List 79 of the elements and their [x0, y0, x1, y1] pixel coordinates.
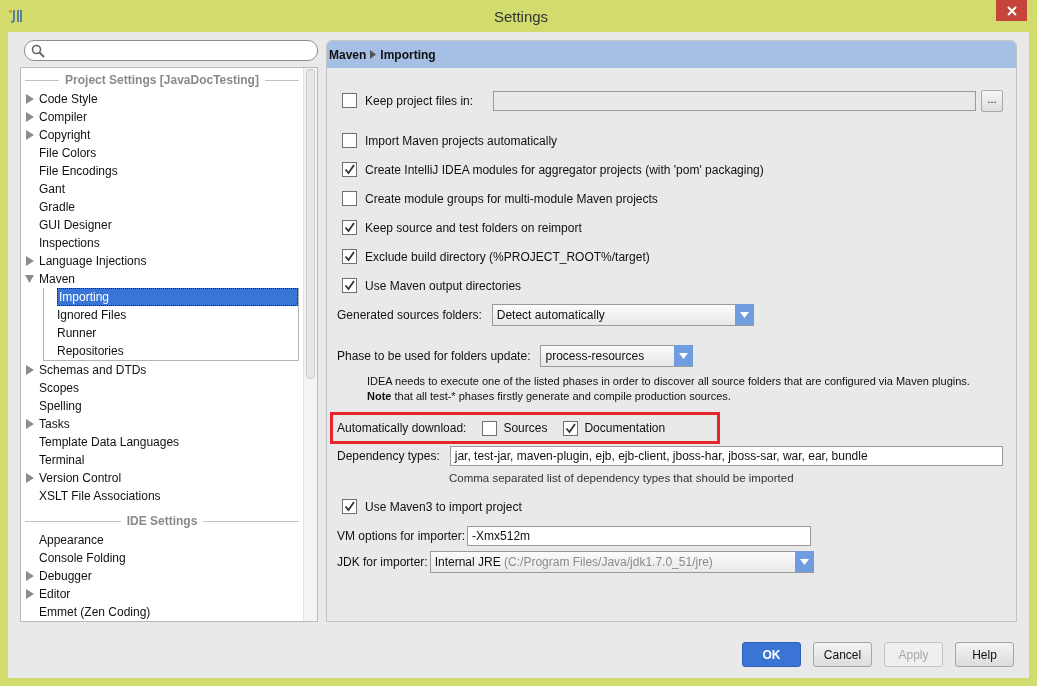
- checkbox-label: Import Maven projects automatically: [365, 133, 558, 148]
- text-field[interactable]: jar, test-jar, maven-plugin, ejb, ejb-client, jboss-har, jboss-sar, war, ear, bundle: [449, 445, 1003, 466]
- path-field[interactable]: [493, 90, 976, 111]
- checkbox-label: Documentation: [584, 421, 666, 435]
- checkbox-label: Use Maven3 to import project: [365, 499, 522, 514]
- tree-item[interactable]: Ignored Files: [44, 306, 298, 324]
- checkbox[interactable]: [342, 162, 357, 177]
- tree-item[interactable]: Repositories: [44, 342, 298, 360]
- checkbox[interactable]: [342, 249, 357, 264]
- tree-item[interactable]: Console Folding: [21, 549, 303, 567]
- checkbox-label: Use Maven output directories: [365, 278, 522, 293]
- app-icon: [8, 8, 24, 24]
- tree-item[interactable]: Language Injections: [21, 252, 303, 270]
- info-text: Note that all test-* phases firstly generate and compile production sources.: [367, 389, 732, 404]
- checkbox-label: Exclude build directory (%PROJECT_ROOT%/target): [365, 249, 650, 264]
- field-label: Generated sources folders:: [337, 307, 482, 322]
- tree-item[interactable]: Compiler: [21, 108, 303, 126]
- tree-item[interactable]: Appearance: [21, 531, 303, 549]
- tree-item[interactable]: Editor: [21, 585, 303, 603]
- dropdown[interactable]: Detect automatically: [491, 303, 754, 326]
- checkbox[interactable]: [342, 499, 357, 514]
- checkbox[interactable]: [563, 420, 579, 436]
- checkbox[interactable]: [482, 420, 498, 436]
- section-header: IDE Settings: [21, 511, 303, 531]
- scrollbar[interactable]: [303, 68, 317, 621]
- tree-item[interactable]: Terminal: [21, 451, 303, 469]
- tree-item[interactable]: Gradle: [21, 198, 303, 216]
- tree-item[interactable]: Maven: [21, 270, 303, 288]
- field-label: Dependency types:: [337, 448, 440, 463]
- tree-item[interactable]: File Colors: [21, 144, 303, 162]
- search-field[interactable]: [24, 40, 318, 61]
- dropdown[interactable]: process-resources: [540, 344, 694, 367]
- tree-item[interactable]: Code Style: [21, 90, 303, 108]
- checkbox-label: Create IntelliJ IDEA modules for aggregator projects (with 'pom' packaging): [365, 162, 764, 177]
- checkbox-label: Create module groups for multi-module Maven projects: [365, 191, 658, 206]
- tree-item[interactable]: Tasks: [21, 415, 303, 433]
- checkbox[interactable]: [342, 191, 357, 206]
- tree-item[interactable]: Template Data Languages: [21, 433, 303, 451]
- checkbox[interactable]: [342, 220, 357, 235]
- dialog-button[interactable]: Cancel: [813, 642, 872, 667]
- dropdown[interactable]: Internal JRE (C:/Program Files/Java/jdk1.7.0_51/jre): [429, 550, 814, 573]
- tree-item[interactable]: Version Control: [21, 469, 303, 487]
- tree-item[interactable]: File Encodings: [21, 162, 303, 180]
- search-icon: [31, 43, 45, 58]
- field-label: JDK for importer:: [337, 554, 428, 569]
- tree-item[interactable]: Emmet (Zen Coding): [21, 603, 303, 621]
- checkbox-label: Keep source and test folders on reimport: [365, 220, 582, 235]
- checkbox-label: Keep project files in:: [365, 93, 474, 108]
- tree-item[interactable]: Schemas and DTDs: [21, 361, 303, 379]
- field-label: Automatically download:: [337, 421, 467, 435]
- tree-item[interactable]: GUI Designer: [21, 216, 303, 234]
- breadcrumb-item: Importing: [380, 47, 436, 62]
- window-title: Settings: [492, 7, 550, 25]
- field-label: Phase to be used for folders update:: [337, 348, 531, 363]
- tree-item[interactable]: Inspections: [21, 234, 303, 252]
- tree-item[interactable]: XSLT File Associations: [21, 487, 303, 505]
- checkbox-label: Sources: [503, 421, 548, 435]
- checkbox[interactable]: [342, 278, 357, 293]
- info-text: IDEA needs to execute one of the listed phases in order to discover all source folders that are configured via Maven plugins.: [367, 374, 971, 389]
- section-header: Project Settings [JavaDocTesting]: [21, 70, 303, 90]
- tree-item[interactable]: Runner: [44, 324, 298, 342]
- close-icon: [1006, 5, 1017, 16]
- dialog-button[interactable]: OK: [742, 642, 801, 667]
- field-label: VM options for importer:: [337, 528, 466, 543]
- tree-item[interactable]: Gant: [21, 180, 303, 198]
- tree-item[interactable]: Spelling: [21, 397, 303, 415]
- tree-item[interactable]: Importing: [57, 288, 298, 306]
- text-field[interactable]: -Xmx512m: [467, 525, 812, 546]
- tree-item[interactable]: Debugger: [21, 567, 303, 585]
- tree-item[interactable]: Copyright: [21, 126, 303, 144]
- tree-item[interactable]: Scopes: [21, 379, 303, 397]
- dialog-button[interactable]: Help: [955, 642, 1014, 667]
- breadcrumb-arrow-icon: [370, 50, 377, 59]
- checkbox[interactable]: [342, 133, 357, 148]
- close-button[interactable]: [996, 0, 1027, 21]
- hint-text: Comma separated list of dependency types that should be imported: [449, 471, 794, 484]
- checkbox[interactable]: [342, 93, 357, 108]
- breadcrumb-item: Maven: [329, 47, 367, 62]
- browse-button[interactable]: ...: [981, 89, 1003, 112]
